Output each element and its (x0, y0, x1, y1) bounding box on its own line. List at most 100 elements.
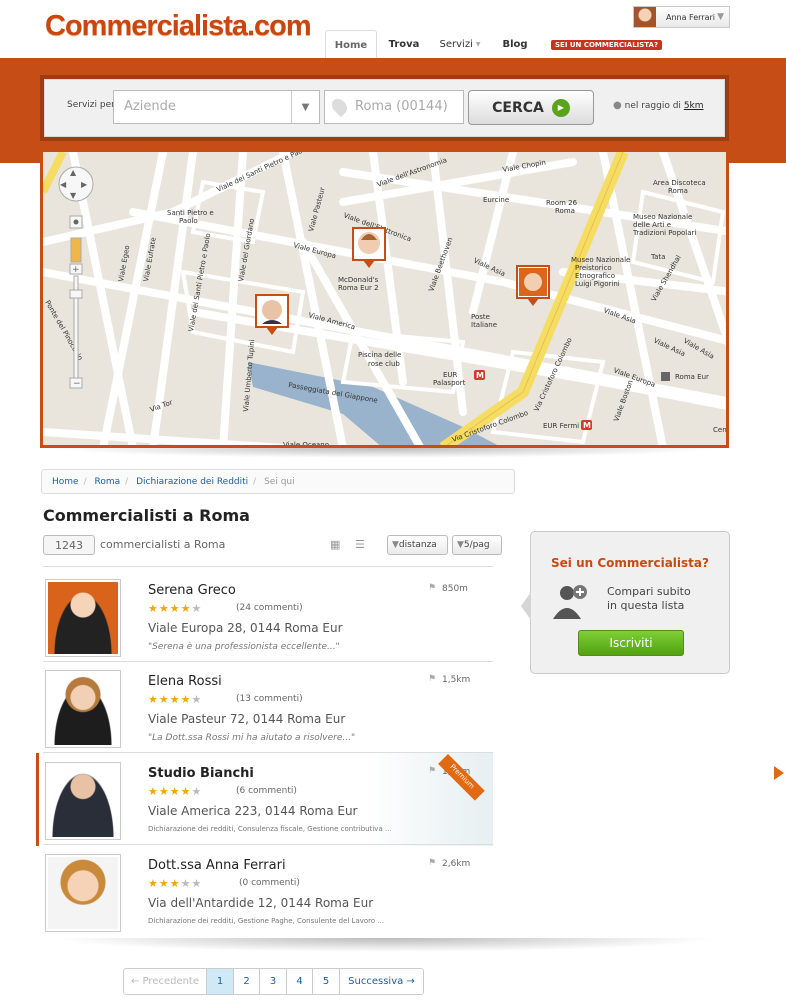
comments-count[interactable]: (0 commenti) (239, 878, 300, 888)
svg-text:Viale Oceano: Viale Oceano (283, 441, 329, 448)
nav-trova[interactable]: Trova (384, 30, 424, 58)
svg-text:Tata: Tata (650, 253, 665, 261)
svg-text:Room 26: Room 26 (546, 199, 578, 207)
svg-text:Preistorico: Preistorico (575, 264, 612, 272)
svg-text:Cent: Cent (713, 426, 729, 434)
svg-text:−: − (73, 379, 81, 389)
site-logo[interactable]: Commercialista.com (45, 10, 312, 43)
list-view-icon[interactable]: ☰ (355, 538, 369, 552)
svg-text:Poste: Poste (471, 313, 490, 321)
search-button-label: CERCA (492, 99, 544, 116)
avatar[interactable] (45, 670, 121, 748)
agent-name[interactable]: Serena Greco (148, 583, 236, 598)
svg-text:Etnografico: Etnografico (575, 272, 615, 280)
promo-title: Sei un Commercialista? (551, 556, 709, 570)
map-pan-control: ▲ ▼ ◀ ▶ (58, 166, 94, 202)
nav-home[interactable]: Home (325, 30, 377, 59)
location-value: Roma (00144) (355, 99, 448, 114)
sort-distance-button[interactable]: ▼distanza (387, 535, 448, 555)
next-page-button[interactable]: Successiva → (340, 969, 423, 994)
next-arrow-icon[interactable] (774, 766, 784, 780)
result-count: 1243 (43, 535, 95, 555)
map-pin-icon: ● (613, 100, 622, 111)
agent-address: Via dell'Antardide 12, 0144 Roma Eur (148, 896, 374, 910)
svg-text:Museo Nazionale: Museo Nazionale (633, 213, 692, 221)
avatar[interactable] (45, 579, 121, 657)
page-title: Commercialisti a Roma (43, 506, 250, 525)
user-name: Anna Ferrari (666, 12, 715, 22)
agent-note: "La Dott.ssa Rossi mi ha aiutato a risol… (148, 733, 356, 743)
agent-address: Viale America 223, 0144 Roma Eur (148, 804, 358, 818)
page-1[interactable]: 1 (207, 969, 234, 994)
nav-blog[interactable]: Blog (500, 30, 530, 58)
avatar[interactable] (45, 762, 121, 840)
page-5[interactable]: 5 (313, 969, 340, 994)
location-input[interactable]: Roma (00144) (324, 90, 464, 124)
grid-view-icon[interactable]: ▦ (330, 538, 344, 552)
caret-down-icon: ▼ (392, 540, 399, 550)
per-page-button[interactable]: ▼5/pag (452, 535, 502, 555)
breadcrumb-current: Sei qui (264, 477, 295, 487)
comments-count[interactable]: (6 commenti) (236, 786, 297, 796)
svg-text:Luigi Pigorini: Luigi Pigorini (575, 280, 620, 288)
comments-count[interactable]: (13 commenti) (236, 694, 303, 704)
avatar[interactable] (45, 854, 121, 932)
map-view[interactable]: Viale dei Santi Pietro e Paolo Viale del… (40, 152, 729, 448)
chevron-down-icon[interactable]: ▼ (291, 91, 319, 123)
iscriviti-button[interactable]: Iscriviti (578, 630, 684, 656)
list-item-premium[interactable]: Studio Bianchi ★★★★★ (6 commenti) Viale … (43, 754, 493, 845)
breadcrumb-home[interactable]: Home (52, 477, 79, 487)
agent-services: Dichiarazione dei redditi, Consulenza fi… (148, 825, 392, 833)
list-item[interactable]: Dott.ssa Anna Ferrari ★★★★★ (0 commenti)… (43, 846, 493, 937)
svg-text:Roma: Roma (668, 187, 688, 195)
agent-address: Viale Europa 28, 0144 Roma Eur (148, 621, 343, 635)
svg-text:▼: ▼ (70, 191, 77, 200)
svg-text:▲: ▲ (70, 168, 77, 177)
svg-text:Palasport: Palasport (433, 379, 466, 387)
svg-text:M: M (583, 421, 591, 430)
commercialista-badge[interactable]: SEI UN COMMERCIALISTA? (551, 40, 663, 50)
prev-page-button[interactable]: ← Precedente (124, 969, 207, 994)
user-menu[interactable]: Anna Ferrari ▼ (633, 6, 730, 28)
map-canvas[interactable]: Viale dei Santi Pietro e Paolo Viale del… (43, 152, 729, 448)
radius-link[interactable]: 5km (684, 101, 704, 111)
nav-servizi[interactable]: Servizi ▼ (436, 30, 484, 58)
rating-stars: ★★★★★ (148, 877, 203, 890)
agent-distance: 1,5km (442, 675, 471, 685)
rating-stars: ★★★★★ (148, 785, 203, 798)
result-count-label: commercialisti a Roma (100, 538, 226, 551)
nav-servizi-label: Servizi (439, 38, 473, 50)
svg-text:Tradizioni Popolari: Tradizioni Popolari (632, 229, 696, 237)
svg-text:Museo Nazionale: Museo Nazionale (571, 256, 630, 264)
join-promo-box: Sei un Commercialista? Compari subito in… (521, 531, 730, 674)
search-button[interactable]: CERCA ▶ (468, 90, 594, 125)
servizi-select[interactable]: Aziende ▼ (113, 90, 320, 124)
svg-text:EUR Fermi: EUR Fermi (543, 422, 579, 430)
svg-text:Roma: Roma (555, 207, 575, 215)
servizi-value: Aziende (124, 99, 176, 114)
flag-icon: ⚑ (428, 674, 437, 684)
breadcrumb-dichiarazione[interactable]: Dichiarazione dei Redditi (136, 477, 248, 487)
agent-address: Viale Pasteur 72, 0144 Roma Eur (148, 712, 346, 726)
comments-count[interactable]: (24 commenti) (236, 603, 303, 613)
page-3[interactable]: 3 (260, 969, 287, 994)
radius-selector: ● nel raggio di 5km (613, 100, 704, 111)
svg-text:M: M (476, 371, 484, 380)
svg-text:+: + (72, 265, 80, 275)
agent-name[interactable]: Elena Rossi (148, 674, 222, 689)
page-2[interactable]: 2 (234, 969, 260, 994)
page-4[interactable]: 4 (287, 969, 313, 994)
svg-text:▶: ▶ (81, 180, 88, 189)
list-item[interactable]: Elena Rossi ★★★★★ (13 commenti) Viale Pa… (43, 662, 493, 753)
svg-text:Roma Eur: Roma Eur (675, 373, 709, 381)
agent-name[interactable]: Dott.ssa Anna Ferrari (148, 858, 286, 873)
svg-text:Piscina delle: Piscina delle (358, 351, 401, 359)
flag-icon: ⚑ (428, 766, 437, 776)
pagination: ← Precedente 1 2 3 4 5 Successiva → (123, 968, 424, 995)
list-item[interactable]: Serena Greco ★★★★★ (24 commenti) Viale E… (43, 571, 493, 662)
list-shadow (50, 938, 720, 952)
svg-text:◀: ◀ (60, 180, 67, 189)
breadcrumb-roma[interactable]: Roma (95, 477, 121, 487)
agent-name[interactable]: Studio Bianchi (148, 766, 254, 781)
svg-text:rose club: rose club (368, 360, 400, 368)
